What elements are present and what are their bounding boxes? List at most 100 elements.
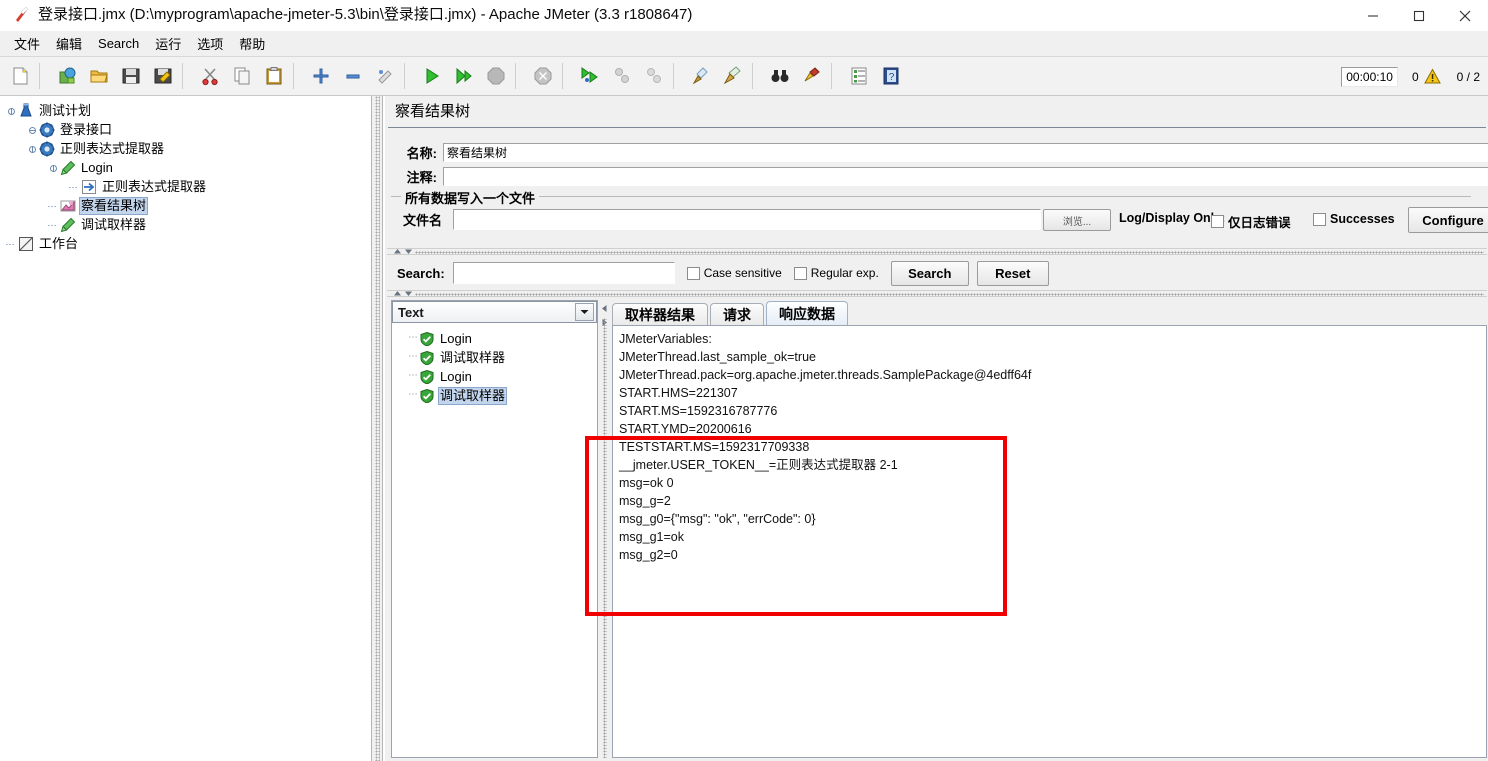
tree-expand-handle-closed[interactable] bbox=[27, 124, 38, 135]
search-binoculars-icon bbox=[770, 66, 790, 86]
result-detail-tabs: 取样器结果 请求 响应数据 JMeterVariables: JMeterThread… bbox=[612, 300, 1487, 758]
minimize-icon[interactable] bbox=[1350, 0, 1396, 31]
reset-button[interactable]: Reset bbox=[976, 260, 1049, 286]
menu-help[interactable]: 帮助 bbox=[231, 31, 273, 56]
response-data-line: msg=ok 0 bbox=[619, 476, 674, 490]
response-data-content[interactable]: JMeterVariables: JMeterThread.last_sample… bbox=[612, 325, 1487, 758]
errors-only-checkbox-box[interactable] bbox=[1211, 215, 1224, 228]
search-input[interactable] bbox=[452, 262, 675, 284]
thread-group-icon bbox=[39, 141, 55, 157]
toolbar-templates[interactable] bbox=[52, 61, 82, 91]
toolbar-start-no-pauses[interactable] bbox=[449, 61, 479, 91]
render-selector-combo[interactable]: Text bbox=[392, 301, 597, 323]
toolbar-collapse-all[interactable] bbox=[338, 61, 368, 91]
toolbar-open[interactable] bbox=[84, 61, 114, 91]
toolbar-remote-stop-all[interactable] bbox=[607, 61, 637, 91]
result-item-debug-1[interactable]: 调试取样器 bbox=[392, 348, 597, 367]
splitter-2-grip bbox=[415, 293, 1484, 296]
regular-exp-checkbox[interactable]: Regular exp. bbox=[793, 266, 879, 280]
splitter-1-arrows[interactable] bbox=[393, 248, 413, 255]
tree-expand-handle-open[interactable] bbox=[6, 105, 17, 116]
case-sensitive-label: Case sensitive bbox=[703, 266, 782, 280]
comment-input[interactable] bbox=[443, 166, 1488, 186]
menu-search[interactable]: Search bbox=[90, 33, 147, 54]
tab-request[interactable]: 请求 bbox=[710, 303, 764, 326]
tree-node-login-interface[interactable]: 登录接口 bbox=[0, 120, 371, 139]
toolbar-function-helper[interactable] bbox=[844, 61, 874, 91]
result-item-login-1[interactable]: Login bbox=[392, 329, 597, 348]
tree-node-regex-extractor[interactable]: 正则表达式提取器 bbox=[0, 177, 371, 196]
successes-checkbox-box[interactable] bbox=[1313, 212, 1326, 226]
toolbar-expand-all[interactable] bbox=[306, 61, 336, 91]
case-sensitive-checkbox[interactable]: Case sensitive bbox=[686, 266, 782, 280]
toolbar-reset-search[interactable] bbox=[797, 61, 827, 91]
toolbar-shutdown[interactable] bbox=[528, 61, 558, 91]
toolbar-separator bbox=[515, 63, 524, 89]
title-bar: 登录接口.jmx (D:\myprogram\apache-jmeter-5.3… bbox=[0, 0, 1488, 32]
tree-right-splitter[interactable] bbox=[371, 96, 383, 761]
tab-response-data[interactable]: 响应数据 bbox=[766, 301, 848, 326]
chevron-down-icon[interactable] bbox=[575, 303, 594, 321]
toolbar-remote-start-all[interactable] bbox=[575, 61, 605, 91]
browse-button[interactable]: 浏览... bbox=[1043, 209, 1111, 231]
menu-edit[interactable]: 编辑 bbox=[48, 31, 90, 56]
tree-node-login-sampler[interactable]: Login bbox=[0, 158, 371, 177]
toolbar-stop[interactable] bbox=[481, 61, 511, 91]
menu-file[interactable]: 文件 bbox=[6, 31, 48, 56]
name-input[interactable]: 察看结果树 bbox=[443, 142, 1488, 162]
toolbar-paste[interactable] bbox=[259, 61, 289, 91]
result-item-login-2[interactable]: Login bbox=[392, 367, 597, 386]
toolbar-remote-shutdown-all[interactable] bbox=[639, 61, 669, 91]
tree-node-regex-extractor-group[interactable]: 正则表达式提取器 bbox=[0, 139, 371, 158]
tree-node-debug-sampler[interactable]: 调试取样器 bbox=[0, 215, 371, 234]
toolbar-search[interactable] bbox=[765, 61, 795, 91]
name-label: 名称: bbox=[406, 145, 437, 161]
tree-node-workbench[interactable]: 工作台 bbox=[0, 234, 371, 253]
start-no-timers-icon bbox=[454, 66, 474, 86]
toolbar-clear-all[interactable] bbox=[718, 61, 748, 91]
horizontal-splitter-2[interactable] bbox=[387, 290, 1487, 297]
menu-options[interactable]: 选项 bbox=[189, 31, 231, 56]
toolbar-start[interactable] bbox=[417, 61, 447, 91]
filename-label: 文件名 bbox=[403, 212, 443, 228]
result-item-debug-2[interactable]: 调试取样器 bbox=[392, 386, 597, 405]
tab-sampler-result[interactable]: 取样器结果 bbox=[612, 303, 708, 326]
menu-run[interactable]: 运行 bbox=[147, 31, 189, 56]
toolbar-separator bbox=[562, 63, 571, 89]
splitter-2-arrows[interactable] bbox=[393, 290, 413, 297]
search-bar: Search: Case sensitive Regular exp. Sear… bbox=[387, 258, 1487, 288]
filename-input[interactable] bbox=[453, 208, 1041, 230]
test-plan-tree-panel[interactable]: 测试计划 登录接口 正则表达式提取器 Login 正则表达式提取器 察看结果树 调试取样器工… bbox=[0, 96, 372, 761]
response-data-line: START.HMS=221307 bbox=[619, 386, 738, 400]
tree-node-view-results-tree[interactable]: 察看结果树 bbox=[0, 196, 371, 215]
case-sensitive-checkbox-box[interactable] bbox=[686, 266, 700, 280]
collapse-minus-icon bbox=[343, 66, 363, 86]
tree-expand-handle-open[interactable] bbox=[27, 143, 38, 154]
search-button[interactable]: Search bbox=[890, 260, 969, 286]
tree-node-test-plan[interactable]: 测试计划 bbox=[0, 101, 371, 120]
toolbar-copy[interactable] bbox=[227, 61, 257, 91]
close-icon[interactable] bbox=[1442, 0, 1488, 31]
toolbar-save-as[interactable] bbox=[148, 61, 178, 91]
regular-exp-checkbox-box[interactable] bbox=[793, 266, 807, 280]
toolbar-cut[interactable] bbox=[195, 61, 225, 91]
toolbar-clear[interactable] bbox=[686, 61, 716, 91]
panel-title: 察看结果树 bbox=[388, 101, 1488, 127]
toolbar-toggle[interactable] bbox=[370, 61, 400, 91]
toolbar-help[interactable]: ? bbox=[876, 61, 906, 91]
name-field-row: 名称: 察看结果树 bbox=[391, 142, 1488, 162]
tree-leaf-connector bbox=[69, 181, 80, 192]
results-tabs-splitter[interactable] bbox=[598, 300, 612, 758]
configure-button[interactable]: Configure bbox=[1408, 207, 1488, 233]
log-display-only-label: Log/Display Only: bbox=[1119, 211, 1226, 225]
successes-checkbox[interactable]: Successes bbox=[1313, 212, 1395, 226]
tree-expand-handle-open[interactable] bbox=[48, 162, 59, 173]
results-viewer-area: Text Login 调试取样器 Login 调试取样器 取样器结果 请求 响应… bbox=[391, 300, 1487, 758]
maximize-icon[interactable] bbox=[1396, 0, 1442, 31]
errors-only-checkbox[interactable]: 仅日志错误 bbox=[1211, 212, 1291, 231]
warning-triangle-icon[interactable] bbox=[1423, 68, 1441, 85]
horizontal-splitter-1[interactable] bbox=[387, 248, 1487, 255]
toolbar-new[interactable] bbox=[5, 61, 35, 91]
results-tree-panel[interactable]: Text Login 调试取样器 Login 调试取样器 bbox=[391, 300, 598, 758]
toolbar-save[interactable] bbox=[116, 61, 146, 91]
